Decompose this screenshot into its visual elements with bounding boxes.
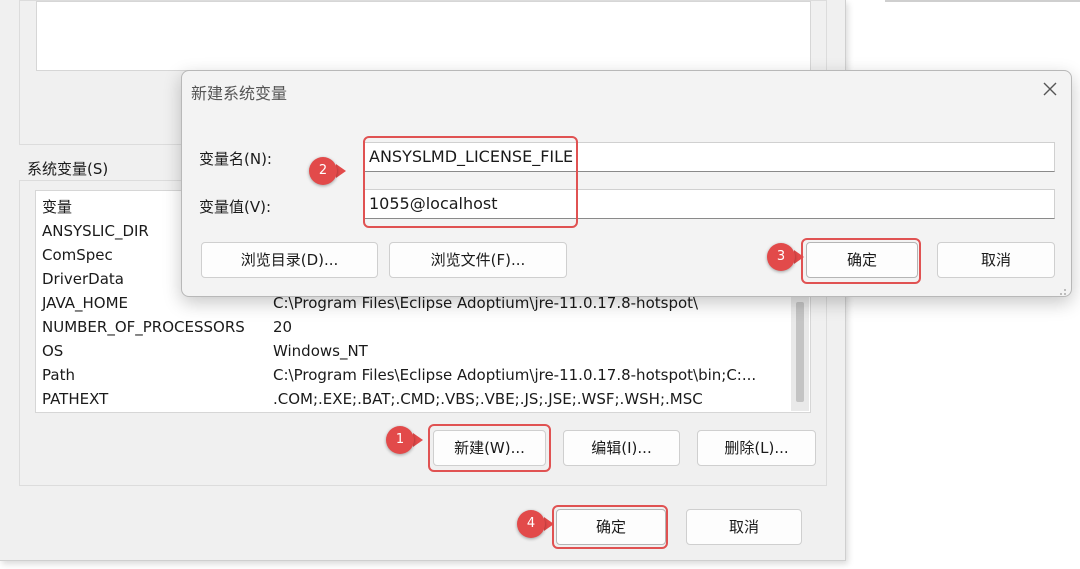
step-badge-4: 4 — [517, 510, 545, 538]
var-value: Windows_NT — [273, 342, 368, 360]
new-system-variable-dialog: 新建系统变量 变量名(N): ANSYSLMD_LICENSE_FILE 变量值… — [181, 70, 1072, 297]
system-variables-label: 系统变量(S) — [25, 158, 111, 179]
browse-file-button[interactable]: 浏览文件(F)... — [389, 242, 567, 278]
step-badge-3: 3 — [767, 243, 795, 271]
scrollbar-thumb[interactable] — [796, 302, 804, 402]
variable-value-label: 变量值(V): — [199, 198, 272, 216]
env-cancel-button[interactable]: 取消 — [686, 509, 802, 545]
highlight-new-button — [428, 424, 551, 472]
var-value: C:\Program Files\Eclipse Adoptium\jre-11… — [273, 366, 757, 384]
user-variables-list[interactable] — [36, 1, 811, 71]
background-window-edge — [885, 0, 1080, 2]
var-name: PATHEXT — [42, 390, 109, 408]
var-value: 20 — [273, 318, 293, 336]
table-row[interactable]: PATHEXT .COM;.EXE;.BAT;.CMD;.VBS;.VBE;.J… — [42, 387, 788, 411]
highlight-env-ok — [552, 505, 668, 549]
variable-name-label: 变量名(N): — [199, 150, 272, 168]
table-row[interactable]: Path C:\Program Files\Eclipse Adoptium\j… — [42, 363, 788, 387]
var-name: NUMBER_OF_PROCESSORS — [42, 318, 245, 336]
var-name: JAVA_HOME — [42, 294, 129, 312]
step-badge-1: 1 — [386, 426, 414, 454]
table-row[interactable]: NUMBER_OF_PROCESSORS 20 — [42, 315, 788, 339]
step-badge-arrow — [413, 433, 423, 447]
var-value: .COM;.EXE;.BAT;.CMD;.VBS;.VBE;.JS;.JSE;.… — [273, 390, 703, 408]
highlight-new-var-ok — [801, 238, 921, 284]
close-icon[interactable] — [1038, 77, 1062, 101]
var-name: ANSYSLIC_DIR — [42, 222, 149, 240]
var-name: Path — [42, 366, 75, 384]
edit-variable-button[interactable]: 编辑(I)... — [563, 430, 680, 466]
step-badge-2: 2 — [309, 157, 337, 185]
step-badge-arrow — [544, 517, 554, 531]
dialog-title: 新建系统变量 — [191, 84, 288, 103]
var-name: OS — [42, 342, 64, 360]
delete-variable-button[interactable]: 删除(L)... — [697, 430, 816, 466]
step-badge-arrow — [336, 164, 346, 178]
var-name: DriverData — [42, 270, 124, 288]
highlight-variable-fields — [363, 136, 578, 228]
column-header-variable[interactable]: 变量 — [42, 195, 72, 219]
new-var-cancel-button[interactable]: 取消 — [937, 242, 1055, 278]
step-badge-arrow — [794, 250, 804, 264]
var-name: ComSpec — [42, 246, 113, 264]
resize-grip-icon[interactable] — [1057, 282, 1067, 295]
table-row[interactable]: OS Windows_NT — [42, 339, 788, 363]
browse-directory-button[interactable]: 浏览目录(D)... — [201, 242, 378, 278]
